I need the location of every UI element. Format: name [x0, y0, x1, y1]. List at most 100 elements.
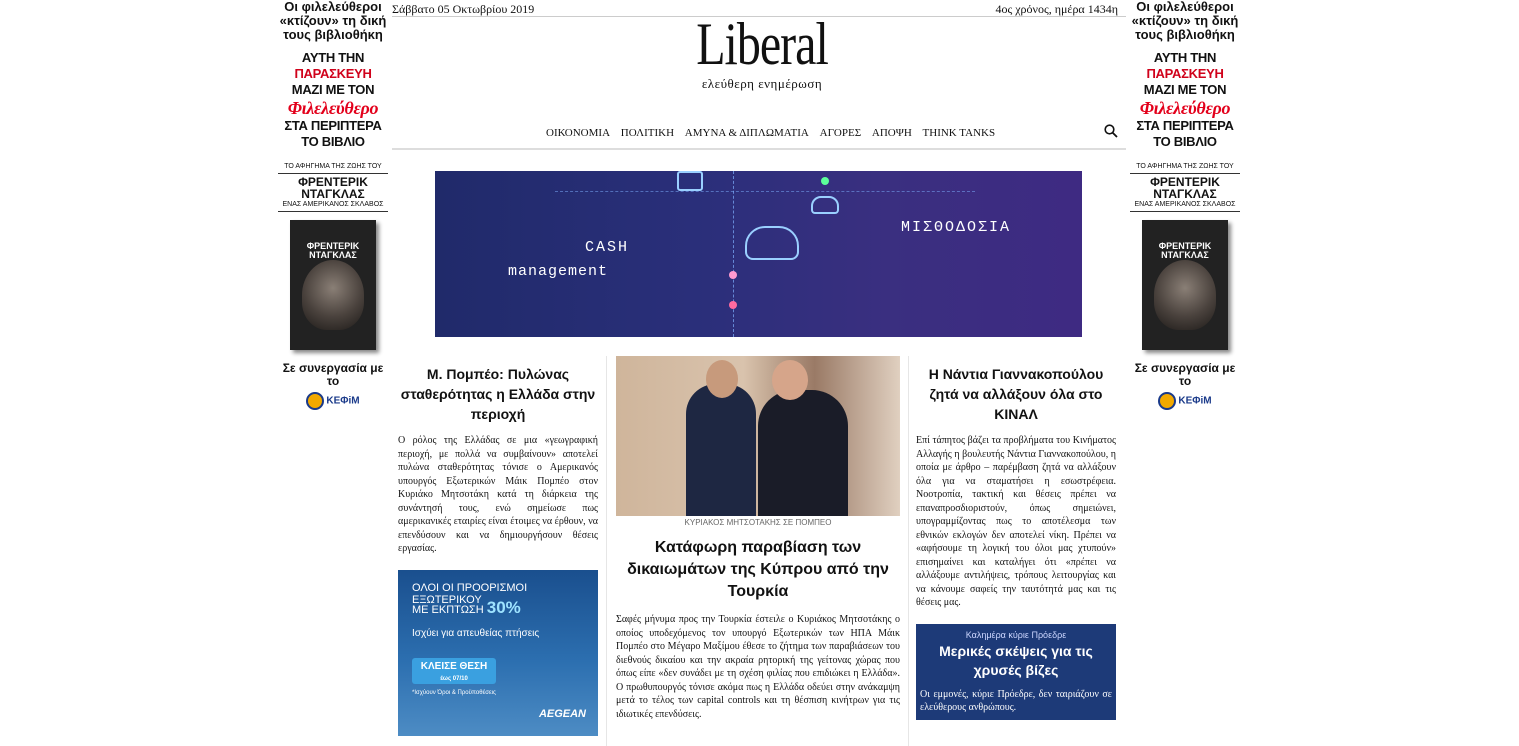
skin-promo-day: ΠΑΡΑΣΚΕΥΗ: [1146, 66, 1224, 81]
ad-discount-pct: 30%: [486, 597, 521, 617]
book-now-label: ΚΛΕΙΣΕ ΘΕΣΗ: [420, 660, 488, 672]
kefim-icon: [1158, 392, 1177, 410]
book-cover-title: ΦΡΕΝΤΕΡΙΚ ΝΤΑΓΚΛΑΣ: [1158, 241, 1212, 260]
opinion-summary: Οι εμμονές, κύριε Πρόεδρε, δεν ταιριάζου…: [920, 688, 1112, 713]
banner-management: management: [508, 263, 609, 280]
divider: [278, 211, 388, 212]
logo-tagline: ελεύθερη ενημέρωση: [701, 76, 823, 91]
ad-discount: ΜΕ ΕΚΠΤΩΣΗ 30%: [412, 598, 521, 618]
left-column: Μ. Πομπέο: Πυλώνας σταθερότητας η Ελλάδα…: [398, 356, 598, 736]
fileleuthero-logo: Φιλελεύθερο: [287, 98, 379, 118]
ad-line: Ισχύει για απευθείας πτήσεις: [412, 627, 540, 639]
middle-column: ΚΥΡΙΑΚΟΣ ΜΗΤΣΟΤΑΚΗΣ ΣΕ ΠΟΜΠΕΟ Κατάφωρη π…: [616, 356, 900, 721]
fileleuthero-logo: Φιλελεύθερο: [1139, 98, 1231, 118]
main-nav: ΟΙΚΟΝΟΜΙΑ ΠΟΛΙΤΙΚΗ ΑΜΥΝΑ & ΔΙΠΛΩΜΑΤΙΑ ΑΓ…: [542, 127, 999, 139]
skin-promo-line: ΤΟ ΒΙΒΛΙΟ: [301, 134, 365, 149]
ad-terms: *Ισχύουν Όροι & Προϋποθέσεις: [412, 689, 496, 696]
cloud-icon: [811, 196, 839, 214]
skin-promo-line: ΣΤΑ ΠΕΡΙΠΤΕΡΑ: [1136, 118, 1234, 133]
skin-promo-line: ΑΥΤΗ ΤΗΝ: [301, 50, 365, 65]
banner-payroll: ΜΙΣΘΟΔΟΣΙΑ: [901, 219, 1012, 236]
left-skin-ad[interactable]: Οι φιλελεύθεροι «κτίζουν» τη δική τους β…: [278, 0, 388, 410]
skin-promo-line: ΑΥΤΗ ΤΗΝ: [1153, 50, 1217, 65]
article-title[interactable]: Μ. Πομπέο: Πυλώνας σταθερότητας η Ελλάδα…: [398, 364, 598, 424]
person-figure: [686, 384, 756, 516]
skin-promo-day: ΠΑΡΑΣΚΕΥΗ: [294, 66, 372, 81]
main-column: Σάββατο 05 Οκτωβρίου 2019 4ος χρόνος, ημ…: [392, 0, 1126, 746]
nav-item-politics[interactable]: ΠΟΛΙΤΙΚΗ: [621, 127, 674, 139]
opinion-title[interactable]: Μερικές σκέψεις για τις χρυσές βίζες: [920, 642, 1112, 680]
skin-promo-line: ΜΑΖΙ ΜΕ ΤΟΝ: [291, 82, 375, 97]
collab-text: Σε συνεργασία με το: [1134, 361, 1236, 388]
aegean-ad[interactable]: ΟΛΟΙ ΟΙ ΠΡΟΟΡΙΣΜΟΙ ΕΞΩΤΕΡΙΚΟΥ ΜΕ ΕΚΠΤΩΣΗ…: [398, 569, 598, 736]
glow-dot: [821, 177, 829, 185]
book-cover-image: ΦΡΕΝΤΕΡΙΚ ΝΤΑΓΚΛΑΣ: [290, 220, 376, 350]
book-subtitle: ΕΝΑΣ ΑΜΕΡΙΚΑΝΟΣ ΣΚΛΑΒΟΣ: [1134, 201, 1236, 208]
kefim-icon: [306, 392, 325, 410]
kefim-logo: ΚΕΦiΜ: [278, 392, 388, 410]
search-icon[interactable]: [1104, 124, 1118, 138]
person-figure: [758, 390, 848, 516]
article-summary: Ο ρόλος της Ελλάδας σε μια «γεωγραφική π…: [398, 435, 598, 554]
nav-item-think-tanks[interactable]: THINK TANKS: [923, 127, 996, 139]
book-small-text: ΤΟ ΑΦΗΓΗΜΑ ΤΗΣ ΖΩΗΣ ΤΟΥ: [284, 163, 382, 170]
divider: [1130, 173, 1240, 174]
person-figure: [706, 360, 738, 398]
aegean-logo: AEGEAN: [538, 707, 586, 720]
nav-item-defense[interactable]: ΑΜΥΝΑ & ΔΙΠΛΩΜΑΤΙΑ: [685, 127, 809, 139]
year-day-counter: 4ος χρόνος, ημέρα 1434η: [995, 2, 1118, 16]
photo-caption: ΚΥΡΙΑΚΟΣ ΜΗΤΣΟΤΑΚΗΣ ΣΕ ΠΟΜΠΕΟ: [684, 518, 832, 527]
person-figure: [772, 360, 808, 400]
skin-headline: Οι φιλελεύθεροι «κτίζουν» τη δική τους β…: [1131, 0, 1239, 42]
opinion-box[interactable]: Καλημέρα κύριε Πρόεδρε Μερικές σκέψεις γ…: [916, 623, 1116, 720]
glow-dot: [729, 271, 737, 279]
cloud-icon: [745, 226, 799, 260]
kefim-logo: ΚΕΦiΜ: [1130, 392, 1240, 410]
article-summary: Επί τάπητος βάζει τα προβλήματα του Κινή…: [916, 435, 1116, 608]
banner-ad[interactable]: CASH management ΜΙΣΘΟΔΟΣΙΑ: [435, 171, 1082, 337]
logo-wordmark: Liberal: [696, 11, 829, 78]
divider: [1130, 211, 1240, 212]
divider: [278, 173, 388, 174]
book-now-deadline: έως 07/10: [440, 675, 468, 682]
nav-item-markets[interactable]: ΑΓΟΡΕΣ: [820, 127, 862, 139]
opinion-kicker: Καλημέρα κύριε Πρόεδρε: [965, 629, 1067, 640]
book-title: ΦΡΕΝΤΕΡΙΚ ΝΤΑΓΚΛΑΣ: [1150, 175, 1220, 201]
banner-cash: CASH: [585, 239, 630, 256]
book-title-block: ΤΟ ΑΦΗΓΗΜΑ ΤΗΣ ΖΩΗΣ ΤΟΥ ΦΡΕΝΤΕΡΙΚ ΝΤΑΓΚΛ…: [278, 162, 388, 212]
nav-item-opinion[interactable]: ΑΠΟΨΗ: [872, 127, 912, 139]
skin-promo: ΑΥΤΗ ΤΗΝ ΠΑΡΑΣΚΕΥΗ ΜΑΖΙ ΜΕ ΤΟΝ Φιλελεύθε…: [278, 50, 388, 150]
collab-text: Σε συνεργασία με το: [282, 361, 384, 388]
nav-item-economy[interactable]: ΟΙΚΟΝΟΜΙΑ: [546, 127, 610, 139]
book-now-button[interactable]: ΚΛΕΙΣΕ ΘΕΣΗ έως 07/10: [412, 657, 496, 684]
article-title[interactable]: Κατάφωρη παραβίαση των δικαιωμάτων της Κ…: [616, 537, 900, 603]
ad-discount-label: ΜΕ ΕΚΠΤΩΣΗ: [412, 603, 484, 616]
book-title-block: ΤΟ ΑΦΗΓΗΜΑ ΤΗΣ ΖΩΗΣ ΤΟΥ ΦΡΕΝΤΕΡΙΚ ΝΤΑΓΚΛ…: [1130, 162, 1240, 212]
article-title[interactable]: Η Νάντια Γιαννακοπούλου ζητά να αλλάξουν…: [916, 364, 1116, 424]
book-subtitle: ΕΝΑΣ ΑΜΕΡΙΚΑΝΟΣ ΣΚΛΑΒΟΣ: [282, 201, 384, 208]
article-summary: Σαφές μήνυμα προς την Τουρκία έστειλε ο …: [616, 614, 900, 720]
site-logo[interactable]: Liberal ελεύθερη ενημέρωση: [692, 13, 832, 92]
column-divider: [606, 356, 607, 746]
right-skin-ad[interactable]: Οι φιλελεύθεροι «κτίζουν» τη δική τους β…: [1130, 0, 1240, 410]
mail-icon: [677, 171, 703, 191]
skin-headline: Οι φιλελεύθεροι «κτίζουν» τη δική τους β…: [279, 0, 387, 42]
skin-promo-line: ΤΟ ΒΙΒΛΙΟ: [1153, 134, 1217, 149]
book-cover-image: ΦΡΕΝΤΕΡΙΚ ΝΤΑΓΚΛΑΣ: [1142, 220, 1228, 350]
glow-dot: [729, 301, 737, 309]
nav-divider: [392, 148, 1126, 150]
skin-promo-line: ΣΤΑ ΠΕΡΙΠΤΕΡΑ: [284, 118, 382, 133]
skin-promo: ΑΥΤΗ ΤΗΝ ΠΑΡΑΣΚΕΥΗ ΜΑΖΙ ΜΕ ΤΟΝ Φιλελεύθε…: [1130, 50, 1240, 150]
banner-decor-line: [733, 171, 734, 337]
skin-promo-line: ΜΑΖΙ ΜΕ ΤΟΝ: [1143, 82, 1227, 97]
current-date: Σάββατο 05 Οκτωβρίου 2019: [392, 2, 535, 16]
right-column: Η Νάντια Γιαννακοπούλου ζητά να αλλάξουν…: [916, 356, 1116, 720]
book-title: ΦΡΕΝΤΕΡΙΚ ΝΤΑΓΚΛΑΣ: [298, 175, 368, 201]
article-photo[interactable]: [616, 356, 900, 516]
portrait-image: [302, 260, 364, 330]
book-cover-title: ΦΡΕΝΤΕΡΙΚ ΝΤΑΓΚΛΑΣ: [306, 241, 360, 260]
book-small-text: ΤΟ ΑΦΗΓΗΜΑ ΤΗΣ ΖΩΗΣ ΤΟΥ: [1136, 163, 1234, 170]
banner-decor-line: [555, 191, 975, 192]
kefim-label: ΚΕΦiΜ: [326, 395, 360, 407]
kefim-label: ΚΕΦiΜ: [1178, 395, 1212, 407]
